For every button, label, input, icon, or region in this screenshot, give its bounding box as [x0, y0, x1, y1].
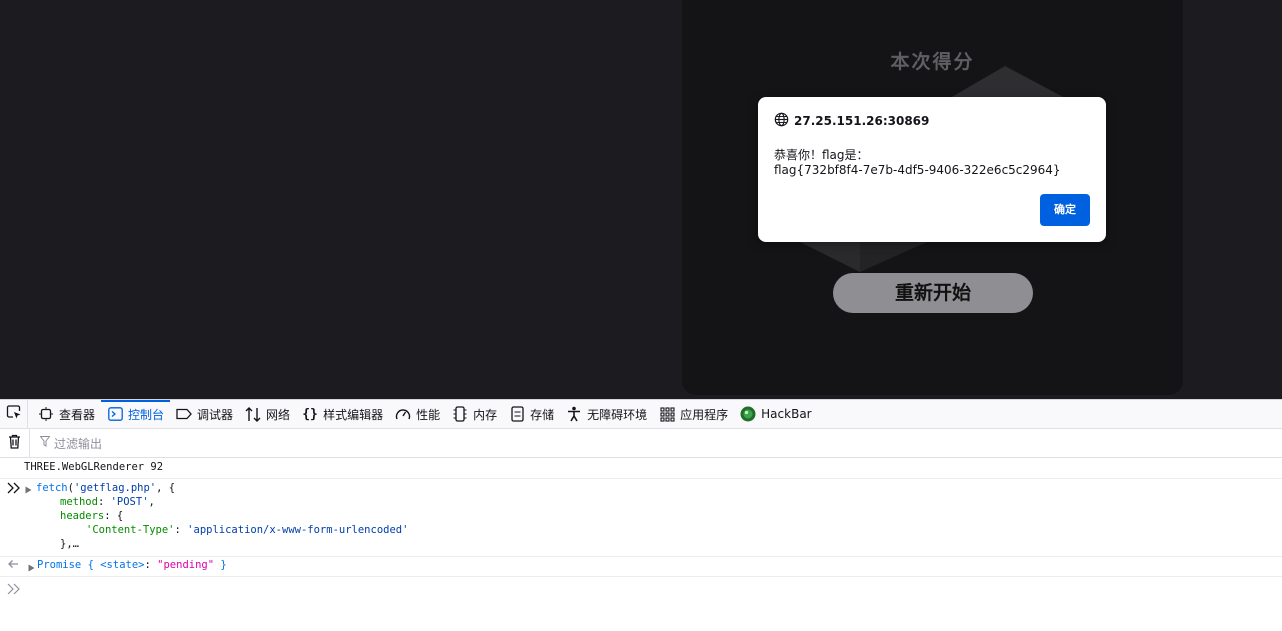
console-filter-bar: 过滤输出	[0, 428, 1282, 458]
result-state-key: <state>	[100, 559, 145, 571]
tab-debugger[interactable]: 调试器	[170, 400, 239, 428]
code-line-5: },…	[60, 537, 79, 551]
promise-result[interactable]: Promise { <state>: "pending" }	[37, 559, 227, 571]
application-icon	[659, 406, 675, 422]
result-state-val: "pending"	[157, 559, 215, 571]
code-method-val: 'POST'	[110, 496, 149, 508]
tab-label: 存储	[530, 407, 555, 422]
tab-label: HackBar	[761, 407, 812, 421]
code-line-3: headers: {	[60, 510, 124, 522]
memory-icon	[452, 406, 468, 422]
code-ellipsis: },…	[60, 538, 79, 550]
hackbar-icon	[740, 406, 756, 422]
code-line-4: 'Content-Type': 'application/x-www-form-…	[86, 524, 409, 536]
tab-inspector[interactable]: 查看器	[32, 400, 101, 428]
element-picker-icon	[6, 404, 22, 424]
storage-icon	[509, 406, 525, 422]
performance-icon	[395, 406, 411, 422]
tab-label: 应用程序	[680, 407, 729, 422]
prompt-chevron-icon	[7, 583, 20, 598]
console-result-row: Promise { <state>: "pending" }	[0, 557, 1282, 577]
tab-label: 无障碍环境	[587, 407, 648, 422]
filter-output-input[interactable]: 过滤输出	[39, 435, 103, 452]
tab-console[interactable]: 控制台	[101, 400, 171, 428]
devtools-toolbar: 查看器 控制台 调试器 网络 {} 样式编辑器 性能 内存 存储 无障碍环境 应…	[0, 400, 1282, 429]
devtools-panel: 查看器 控制台 调试器 网络 {} 样式编辑器 性能 内存 存储 无障碍环境 应…	[0, 399, 1282, 630]
tab-storage[interactable]: 存储	[503, 400, 560, 428]
tab-label: 查看器	[59, 407, 96, 422]
debugger-icon	[176, 406, 192, 422]
style-editor-icon: {}	[302, 406, 318, 422]
alert-origin: 27.25.151.26:30869	[774, 112, 930, 130]
expand-triangle-icon[interactable]	[25, 485, 32, 497]
alert-ok-button[interactable]: 确定	[1040, 194, 1090, 226]
score-title: 本次得分	[890, 51, 975, 73]
globe-icon	[774, 112, 789, 130]
console-icon	[107, 406, 123, 422]
tab-label: 调试器	[197, 407, 234, 422]
clear-console-button[interactable]	[0, 428, 30, 458]
accessibility-icon	[566, 406, 582, 422]
code-ct-key: 'Content-Type'	[86, 524, 175, 536]
alert-message: 恭喜你！flag是： flag{732bf8f4-7e7b-4df5-9406-…	[774, 148, 1061, 177]
filter-icon	[39, 436, 51, 450]
code-line-1: fetch('getflag.php', {	[36, 482, 176, 494]
element-picker-button[interactable]	[0, 400, 28, 428]
tab-label: 性能	[416, 407, 441, 422]
tab-label: 网络	[266, 407, 291, 422]
inspector-icon	[38, 406, 54, 422]
code-line-2: method: 'POST',	[60, 496, 155, 508]
expand-triangle-icon[interactable]	[28, 563, 35, 575]
alert-dialog: 27.25.151.26:30869 恭喜你！flag是： flag{732bf…	[758, 97, 1106, 242]
console-log-row: THREE.WebGLRenderer 92	[0, 458, 1282, 479]
console-output: THREE.WebGLRenderer 92 fetch('getflag.ph…	[0, 458, 1282, 631]
tab-accessibility[interactable]: 无障碍环境	[560, 400, 653, 428]
tab-memory[interactable]: 内存	[446, 400, 503, 428]
console-input-row: fetch('getflag.php', { method: 'POST', h…	[0, 479, 1282, 557]
code-fn: fetch	[36, 482, 68, 494]
network-icon	[245, 406, 261, 422]
trash-icon	[8, 434, 21, 453]
double-chevron-icon	[7, 482, 20, 497]
tab-label: 控制台	[128, 407, 165, 422]
tab-network[interactable]: 网络	[239, 400, 296, 428]
console-prompt[interactable]	[0, 577, 1282, 601]
tab-label: 内存	[473, 407, 498, 422]
code-ct-val: 'application/x-www-form-urlencoded'	[187, 524, 409, 536]
tab-hackbar[interactable]: HackBar	[734, 400, 817, 428]
code-url: 'getflag.php'	[73, 482, 157, 494]
tab-performance[interactable]: 性能	[389, 400, 446, 428]
return-arrow-icon	[7, 558, 19, 573]
restart-button[interactable]: 重新开始	[833, 273, 1033, 313]
code-method-key: method	[60, 496, 98, 508]
result-type: Promise	[37, 559, 82, 571]
tab-style-editor[interactable]: {} 样式编辑器	[296, 400, 389, 428]
page-viewport: 本次得分 重新开始 27.25.151.26:30869 恭喜你！flag是： …	[0, 0, 1282, 399]
log-message: THREE.WebGLRenderer 92	[24, 461, 164, 473]
code-headers-key: headers	[60, 510, 105, 522]
tab-label: 样式编辑器	[323, 407, 384, 422]
filter-placeholder: 过滤输出	[54, 436, 103, 451]
alert-origin-text: 27.25.151.26:30869	[794, 114, 930, 128]
tab-application[interactable]: 应用程序	[653, 400, 734, 428]
